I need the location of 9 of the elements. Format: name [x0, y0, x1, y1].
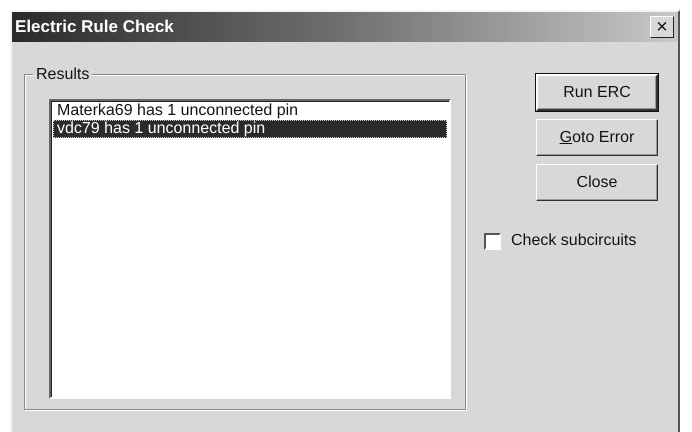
close-button[interactable]: × [650, 16, 674, 38]
dialog-button[interactable]: Close [536, 164, 658, 201]
list-item[interactable]: vdc79 has 1 unconnected pin [53, 120, 447, 138]
checkbox-label: Check subcircuits [511, 231, 636, 251]
window-title: Electric Rule Check [15, 16, 174, 38]
list-item[interactable]: Materka69 has 1 unconnected pin [53, 102, 447, 120]
checkbox[interactable] [484, 232, 501, 250]
default-button[interactable]: Run ERC [536, 74, 658, 111]
dialog-button[interactable]: Goto Error [536, 119, 658, 156]
